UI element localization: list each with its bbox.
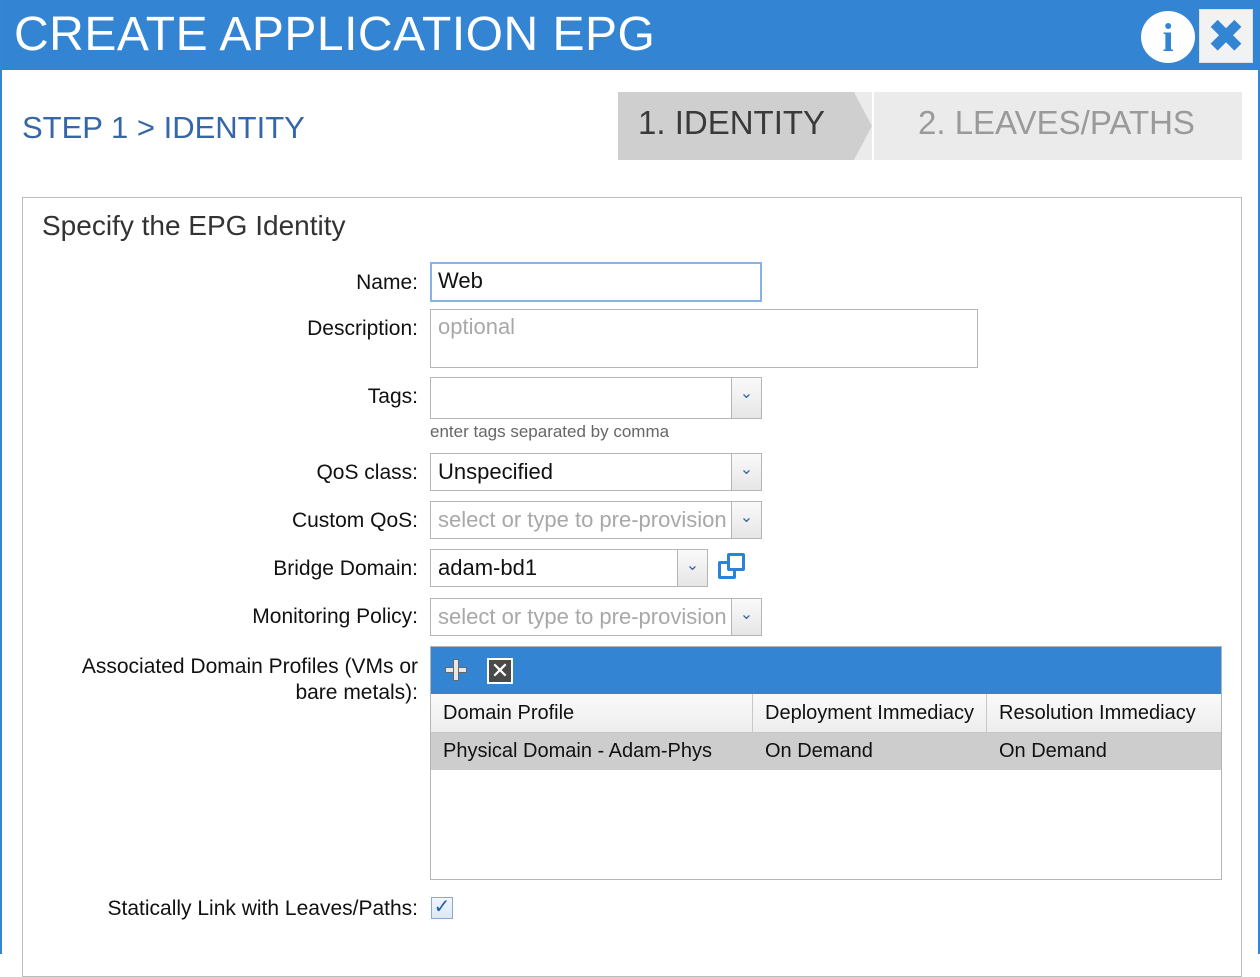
chevron-down-icon: ⌄ — [739, 509, 754, 526]
column-header-deployment-immediacy[interactable]: Deployment Immediacy — [753, 694, 987, 732]
custom-qos-input[interactable]: select or type to pre-provision — [430, 501, 732, 539]
bridge-domain-select[interactable]: adam-bd1 — [430, 549, 678, 587]
static-link-label: Statically Link with Leaves/Paths: — [107, 897, 419, 920]
column-header-domain-profile[interactable]: Domain Profile — [431, 694, 753, 732]
plus-icon[interactable] — [443, 657, 469, 683]
plus-icon-vertical — [453, 659, 459, 681]
cell-deployment-immediacy: On Demand — [765, 740, 873, 762]
column-header-resolution-immediacy[interactable]: Resolution Immediacy — [987, 694, 1221, 732]
tags-dropdown-button[interactable]: ⌄ — [731, 377, 762, 419]
description-label: Description: — [307, 317, 418, 340]
chevron-down-icon: ⌄ — [685, 557, 700, 574]
static-link-checkbox[interactable]: ✓ — [431, 896, 453, 919]
domain-profiles-label-line1: Associated Domain Profiles (VMs or — [81, 655, 418, 678]
delete-icon[interactable]: ✕ — [487, 658, 513, 684]
domain-profiles-table: ✕ Domain Profile Deployment Immediacy Re… — [430, 646, 1222, 880]
bridge-domain-dropdown-button[interactable]: ⌄ — [677, 549, 708, 587]
table-row[interactable]: Physical Domain - Adam-Phys On Demand On… — [431, 733, 1221, 770]
dialog-titlebar: CREATE APPLICATION EPG i ✖ — [2, 0, 1260, 70]
delete-icon-glyph: ✕ — [490, 658, 510, 683]
chevron-down-icon: ⌄ — [739, 385, 754, 402]
step-title: STEP 1 > IDENTITY — [22, 110, 305, 145]
wizard-step-leaves-paths[interactable]: 2. LEAVES/PATHS — [918, 92, 1195, 154]
close-button[interactable]: ✖ — [1199, 9, 1253, 63]
qos-class-label: QoS class: — [316, 461, 418, 484]
create-epg-dialog: CREATE APPLICATION EPG i ✖ STEP 1 > IDEN… — [0, 0, 1260, 977]
open-external-icon[interactable] — [716, 551, 748, 583]
tags-input[interactable] — [430, 377, 732, 419]
qos-class-select[interactable]: Unspecified — [430, 453, 732, 491]
info-icon: i — [1162, 15, 1174, 60]
name-input[interactable]: Web — [430, 262, 762, 302]
wizard-steps: 1. IDENTITY 2. LEAVES/PATHS — [618, 92, 1242, 160]
name-label: Name: — [356, 271, 418, 294]
description-textarea[interactable]: optional — [430, 309, 978, 368]
dialog-title: CREATE APPLICATION EPG — [14, 8, 656, 61]
monitoring-policy-dropdown-button[interactable]: ⌄ — [731, 598, 762, 636]
wizard-step-identity[interactable]: 1. IDENTITY — [638, 92, 825, 154]
info-button[interactable]: i — [1141, 11, 1195, 63]
chevron-down-icon: ⌄ — [739, 606, 754, 623]
domain-profiles-label-line2: bare metals): — [295, 681, 418, 704]
monitoring-policy-input[interactable]: select or type to pre-provision — [430, 598, 732, 636]
close-icon: ✖ — [1206, 10, 1246, 62]
open-external-icon-front — [727, 553, 745, 571]
custom-qos-dropdown-button[interactable]: ⌄ — [731, 501, 762, 539]
cell-resolution-immediacy: On Demand — [999, 740, 1107, 762]
wizard-step-1-arrow — [854, 92, 872, 160]
monitoring-policy-label: Monitoring Policy: — [252, 605, 418, 628]
qos-class-dropdown-button[interactable]: ⌄ — [731, 453, 762, 491]
panel-heading: Specify the EPG Identity — [42, 210, 346, 241]
cell-domain-profile: Physical Domain - Adam-Phys — [443, 740, 712, 762]
chevron-down-icon: ⌄ — [739, 461, 754, 478]
checkmark-icon: ✓ — [433, 896, 451, 918]
tags-label: Tags: — [367, 385, 418, 408]
table-header: Domain Profile Deployment Immediacy Reso… — [431, 694, 1221, 733]
bridge-domain-label: Bridge Domain: — [273, 557, 418, 580]
tags-hint: enter tags separated by comma — [430, 422, 670, 441]
custom-qos-label: Custom QoS: — [291, 509, 418, 532]
table-toolbar: ✕ — [431, 647, 1221, 694]
